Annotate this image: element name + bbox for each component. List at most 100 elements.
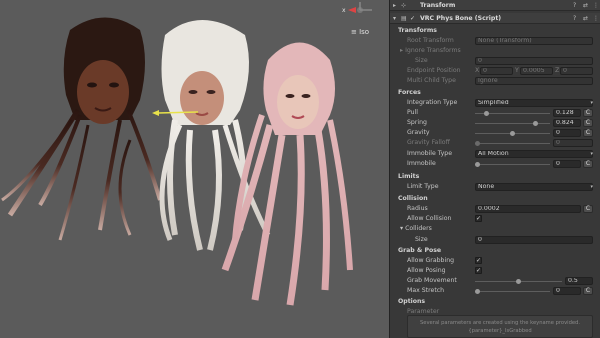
row-gravity: Gravity 0 C	[390, 129, 600, 139]
parameter-help-box: Several parameters are created using the…	[407, 315, 593, 338]
help-icon[interactable]: ?	[573, 15, 576, 22]
row-ignore-transforms: ▸ Ignore Transforms	[390, 47, 600, 57]
grab-movement-field[interactable]: 0.5	[565, 277, 593, 285]
editor-window: x ≡ Iso ▸ ⊹ Transform ? ⇄ ⋮ ▾ ▤ ✓ VRC Ph…	[0, 0, 600, 338]
row-multi-child-type: Multi Child Type Ignore	[390, 77, 600, 87]
pull-slider-knob[interactable]	[483, 111, 489, 116]
max-stretch-slider-track[interactable]	[475, 291, 550, 292]
immobile-slider-track[interactable]	[475, 164, 550, 165]
transform-header[interactable]: ▸ ⊹ Transform ? ⇄ ⋮	[390, 0, 600, 11]
gravity-slider-knob[interactable]	[510, 131, 515, 136]
row-immobile: Immobile 0 C	[390, 160, 600, 170]
gravity-falloff-field[interactable]: 0	[553, 139, 593, 147]
foldout-arrow-down-icon[interactable]: ▾	[393, 15, 396, 22]
row-allow-grabbing: Allow Grabbing ✓	[390, 257, 600, 267]
gravity-falloff-slider-knob[interactable]	[475, 141, 480, 146]
row-max-stretch: Max Stretch 0 C	[390, 287, 600, 297]
context-menu-icon[interactable]: ⋮	[593, 15, 599, 22]
pull-curve-button[interactable]: C	[583, 109, 593, 117]
max-stretch-field[interactable]: 0	[553, 287, 581, 295]
row-immobile-type: Immobile Type All Motion ▾	[390, 150, 600, 160]
component-title: VRC Phys Bone (Script)	[420, 15, 502, 22]
foldout-arrow-icon[interactable]: ▸	[393, 2, 396, 9]
row-colliders-size: Size 0	[390, 236, 600, 246]
max-stretch-curve-button[interactable]: C	[583, 287, 593, 295]
row-gravity-falloff: Gravity Falloff 0	[390, 139, 600, 149]
iso-label[interactable]: ≡ Iso	[351, 28, 369, 36]
gravity-label: Gravity	[407, 129, 430, 136]
presets-icon[interactable]: ⇄	[583, 2, 588, 9]
immobile-curve-button[interactable]: C	[583, 160, 593, 168]
allow-collision-checkbox[interactable]: ✓	[475, 215, 482, 222]
parameter-label: Parameter	[407, 308, 440, 315]
help-icon[interactable]: ?	[573, 2, 576, 9]
immobile-slider-knob[interactable]	[475, 162, 480, 167]
chevron-down-icon: ▾	[590, 100, 593, 106]
allow-grabbing-label: Allow Grabbing	[407, 257, 455, 264]
section-options: Options	[398, 298, 426, 305]
integration-type-label: Integration Type	[407, 99, 458, 106]
row-spring: Spring 0.824 C	[390, 119, 600, 129]
gravity-falloff-slider-track[interactable]	[475, 143, 550, 144]
radius-curve-button[interactable]: C	[583, 205, 593, 213]
spring-slider-track[interactable]	[475, 123, 550, 124]
row-grab-movement: Grab Movement 0.5	[390, 277, 600, 287]
orientation-gizmo[interactable]: x	[342, 2, 372, 14]
axis-x-label: x	[342, 7, 346, 14]
row-pull: Pull 0.128 C	[390, 109, 600, 119]
endpoint-x-axis: X	[475, 67, 480, 74]
row-limit-type: Limit Type None ▾	[390, 183, 600, 193]
pull-field[interactable]: 0.128	[553, 109, 581, 117]
endpoint-y-field[interactable]: 0.0005	[520, 67, 553, 75]
endpoint-z-field[interactable]: 0	[560, 67, 593, 75]
immobile-field[interactable]: 0	[553, 160, 581, 168]
spring-label: Spring	[407, 119, 427, 126]
row-colliders: ▾ Colliders	[390, 225, 600, 235]
spring-slider-knob[interactable]	[532, 121, 538, 126]
gravity-field[interactable]: 0	[553, 129, 581, 137]
root-transform-field[interactable]: None (Transform)	[475, 37, 593, 45]
scene-view[interactable]: x ≡ Iso	[0, 0, 389, 338]
component-enabled-checkbox[interactable]: ✓	[410, 15, 415, 22]
help-line-1: Several parameters are created using the…	[419, 320, 581, 326]
immobile-type-dropdown[interactable]: All Motion	[475, 150, 593, 158]
gravity-curve-button[interactable]: C	[583, 129, 593, 137]
allow-posing-checkbox[interactable]: ✓	[475, 267, 482, 274]
avatar-head-white	[159, 20, 271, 251]
ignore-transforms-label[interactable]: ▸ Ignore Transforms	[400, 47, 461, 54]
transform-icon: ⊹	[401, 2, 407, 9]
radius-label: Radius	[407, 205, 428, 212]
avatar-head-dark	[1, 17, 162, 241]
scene-render: x	[1, 2, 372, 306]
grab-movement-slider-knob[interactable]	[516, 279, 521, 284]
spring-field[interactable]: 0.824	[553, 119, 581, 127]
endpoint-position-label: Endpoint Position	[407, 67, 461, 74]
section-transforms: Transforms	[398, 27, 437, 34]
max-stretch-label: Max Stretch	[407, 287, 445, 294]
allow-grabbing-checkbox[interactable]: ✓	[475, 257, 482, 264]
allow-posing-label: Allow Posing	[407, 267, 446, 274]
multi-child-type-dropdown[interactable]: Ignore	[475, 77, 593, 85]
presets-icon[interactable]: ⇄	[583, 15, 588, 22]
component-header[interactable]: ▾ ▤ ✓ VRC Phys Bone (Script) ? ⇄ ⋮	[390, 13, 600, 24]
transform-title: Transform	[420, 2, 456, 9]
limit-type-label: Limit Type	[407, 183, 439, 190]
colliders-size-field[interactable]: 0	[475, 236, 593, 244]
chevron-down-icon: ▾	[590, 184, 593, 190]
ignore-size-field[interactable]: 0	[475, 57, 593, 65]
gravity-falloff-label: Gravity Falloff	[407, 139, 450, 146]
limit-type-dropdown[interactable]: None	[475, 183, 593, 191]
script-icon: ▤	[401, 15, 407, 22]
context-menu-icon[interactable]: ⋮	[593, 2, 599, 9]
chevron-down-icon: ▾	[590, 151, 593, 157]
max-stretch-slider-knob[interactable]	[475, 289, 480, 294]
pull-label: Pull	[407, 109, 418, 116]
integration-type-dropdown[interactable]: Simplified	[475, 99, 593, 107]
row-root-transform: Root Transform None (Transform)	[390, 37, 600, 47]
spring-curve-button[interactable]: C	[583, 119, 593, 127]
radius-field[interactable]: 0.0002	[475, 205, 581, 213]
colliders-foldout[interactable]: ▾ Colliders	[400, 225, 432, 232]
row-integration-type: Integration Type Simplified ▾	[390, 99, 600, 109]
row-allow-posing: Allow Posing ✓	[390, 267, 600, 277]
endpoint-x-field[interactable]: 0	[480, 67, 513, 75]
